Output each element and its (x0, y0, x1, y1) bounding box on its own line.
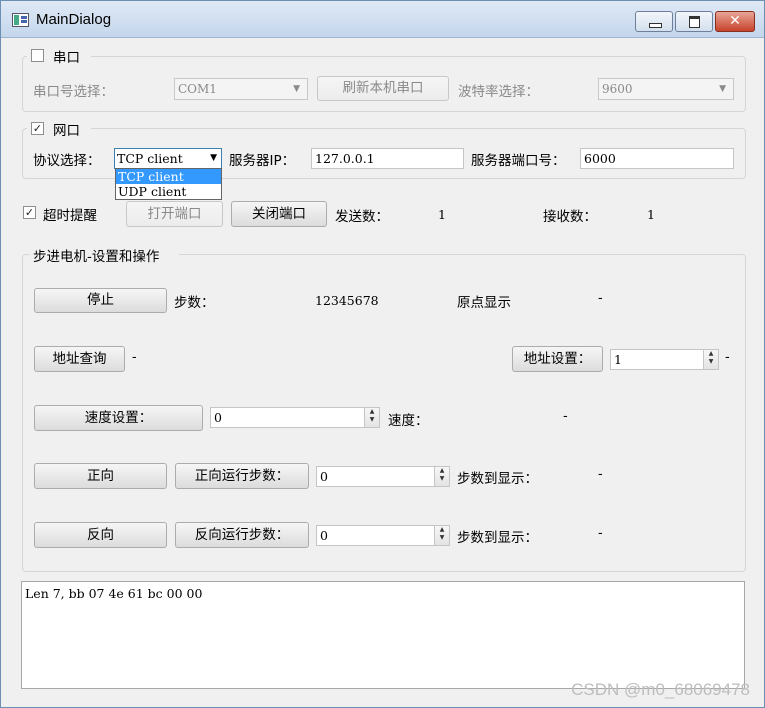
recv-count-label: 接收数： (543, 209, 597, 225)
reverse-done-value: - (598, 526, 603, 541)
reverse-done-label: 步数到显示： (457, 530, 538, 546)
serial-port-label: 串口号选择： (33, 84, 114, 100)
open-port-button[interactable]: 打开端口 (126, 201, 223, 227)
protocol-dropdown-list: TCP client UDP client (115, 168, 222, 200)
forward-done-value: - (598, 467, 603, 482)
minimize-button[interactable] (635, 11, 673, 32)
address-query-value: - (132, 350, 137, 365)
baud-rate-label: 波特率选择： (458, 84, 539, 100)
serial-group-label: 串口 (53, 50, 80, 66)
address-set-button[interactable]: 地址设置： (512, 346, 603, 372)
speed-set-spinbox[interactable]: 0 ▲ ▼ (210, 407, 380, 428)
serial-port-value: COM1 (178, 82, 217, 96)
protocol-label: 协议选择： (33, 153, 101, 169)
maximize-icon (689, 16, 700, 28)
speed-set-button[interactable]: 速度设置： (34, 405, 203, 431)
log-textarea[interactable]: Len 7, bb 07 4e 61 bc 00 00 (21, 581, 745, 689)
forward-steps-spinbox[interactable]: 0 ▲ ▼ (316, 466, 450, 487)
origin-value: - (598, 291, 603, 306)
address-set-spinbox[interactable]: 1 ▲ ▼ (610, 349, 719, 370)
spin-arrows-icon[interactable]: ▲ ▼ (434, 467, 449, 486)
address-set-result: - (725, 350, 730, 365)
address-query-button[interactable]: 地址查询 (34, 346, 125, 372)
timeout-label: 超时提醒 (43, 208, 97, 224)
timeout-checkbox[interactable] (23, 206, 36, 219)
steps-label: 步数： (174, 295, 215, 311)
reverse-button[interactable]: 反向 (34, 522, 167, 548)
watermark-text: CSDN @m0_68069478 (571, 680, 750, 699)
close-icon: ✕ (729, 13, 741, 29)
chevron-down-icon: ▼ (210, 153, 217, 163)
server-ip-label: 服务器IP： (229, 153, 296, 169)
address-set-value: 1 (614, 352, 622, 367)
speed-label: 速度： (388, 413, 429, 429)
forward-steps-value: 0 (320, 469, 328, 484)
spin-arrows-icon[interactable]: ▲ ▼ (364, 408, 379, 427)
serial-checkbox[interactable] (31, 49, 44, 62)
protocol-value: TCP client (117, 151, 183, 166)
forward-button[interactable]: 正向 (34, 463, 167, 489)
steps-value: 12345678 (315, 293, 379, 308)
forward-steps-button[interactable]: 正向运行步数： (175, 463, 309, 489)
app-icon (12, 13, 29, 27)
speed-value: - (563, 409, 568, 424)
minimize-icon (649, 23, 662, 28)
protocol-option-tcp[interactable]: TCP client (116, 169, 221, 184)
reverse-steps-value: 0 (320, 528, 328, 543)
server-port-label: 服务器端口号： (471, 153, 566, 169)
send-count-label: 发送数： (335, 209, 389, 225)
server-ip-input[interactable]: 127.0.0.1 (311, 148, 464, 169)
main-dialog-window: MainDialog ✕ 串口 串口号选择： COM1 ▼ 刷新本机串口 波特率选… (0, 0, 765, 708)
server-port-input[interactable]: 6000 (580, 148, 734, 169)
network-checkbox[interactable] (31, 122, 44, 135)
chevron-down-icon: ▼ (293, 84, 300, 94)
recv-count-value: 1 (647, 207, 655, 222)
serial-port-select[interactable]: COM1 ▼ (174, 78, 308, 100)
reverse-steps-spinbox[interactable]: 0 ▲ ▼ (316, 525, 450, 546)
network-group-label: 网口 (53, 123, 80, 139)
send-count-value: 1 (438, 207, 446, 222)
forward-done-label: 步数到显示： (457, 471, 538, 487)
reverse-steps-button[interactable]: 反向运行步数： (175, 522, 309, 548)
close-button[interactable]: ✕ (715, 11, 755, 32)
refresh-ports-button[interactable]: 刷新本机串口 (317, 76, 449, 101)
close-port-button[interactable]: 关闭端口 (231, 201, 327, 227)
baud-rate-select[interactable]: 9600 ▼ (598, 78, 734, 100)
chevron-down-icon: ▼ (719, 84, 726, 94)
window-title: MainDialog (36, 11, 112, 28)
stop-button[interactable]: 停止 (34, 288, 167, 313)
protocol-option-udp[interactable]: UDP client (116, 184, 221, 199)
speed-set-value: 0 (214, 410, 222, 425)
origin-label: 原点显示 (457, 295, 511, 311)
motor-group-label: 步进电机-设置和操作 (33, 249, 160, 265)
protocol-select[interactable]: TCP client ▼ (114, 148, 222, 169)
spin-arrows-icon[interactable]: ▲ ▼ (703, 350, 718, 369)
baud-rate-value: 9600 (602, 82, 633, 96)
title-bar[interactable]: MainDialog ✕ (1, 1, 764, 38)
maximize-button[interactable] (675, 11, 713, 32)
spin-arrows-icon[interactable]: ▲ ▼ (434, 526, 449, 545)
